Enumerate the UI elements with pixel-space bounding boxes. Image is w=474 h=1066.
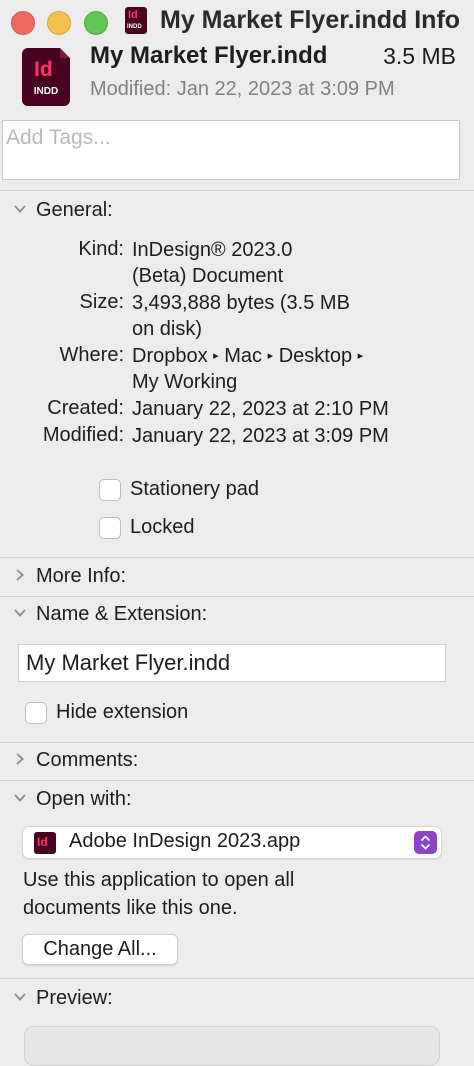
kind-label: Kind:: [78, 238, 124, 260]
section-label-comments: Comments:: [36, 749, 139, 771]
hide-extension-label: Hide extension: [56, 701, 189, 723]
path-arrow-icon: ▸: [213, 350, 219, 362]
indesign-document-icon: Id INDD: [22, 48, 70, 106]
chevron-right-icon: [16, 753, 24, 765]
path-arrow-icon: ▸: [267, 350, 274, 362]
preview-area: [24, 1026, 440, 1066]
section-label-more-info: More Info:: [36, 565, 127, 587]
section-label-preview: Preview:: [36, 987, 113, 1009]
tags-placeholder: Add Tags...: [6, 126, 111, 149]
section-more-info[interactable]: More Info:: [0, 559, 474, 597]
indesign-app-icon: Id: [34, 832, 56, 854]
file-modified: Modified: Jan 22, 2023 at 3:09 PM: [90, 78, 395, 100]
locked-checkbox[interactable]: [99, 517, 121, 539]
section-name-extension[interactable]: Name & Extension:: [0, 597, 474, 635]
minimize-window-button[interactable]: [47, 11, 71, 35]
size-value: 3,493,888 bytes (3.5 MB on disk): [132, 292, 350, 340]
window-title: My Market Flyer.indd Info: [160, 6, 461, 34]
name-extension-field[interactable]: My Market Flyer.indd: [18, 644, 446, 682]
zoom-window-button[interactable]: [84, 11, 108, 35]
where-label: Where:: [59, 344, 124, 366]
stationery-pad-checkbox[interactable]: [99, 479, 121, 501]
section-label-general: General:: [36, 199, 113, 221]
section-comments[interactable]: Comments:: [0, 743, 474, 781]
file-size: 3.5 MB: [383, 43, 456, 69]
indesign-file-icon: Id INDD: [125, 7, 147, 34]
section-open-with[interactable]: Open with:: [0, 782, 474, 820]
section-label-name-extension: Name & Extension:: [36, 603, 208, 625]
chevron-down-icon: [14, 205, 26, 213]
change-all-button[interactable]: Change All...: [22, 934, 178, 965]
name-extension-value: My Market Flyer.indd: [26, 650, 231, 675]
chevron-right-icon: [16, 569, 24, 581]
created-label: Created:: [47, 397, 124, 419]
chevron-down-icon: [14, 993, 26, 1001]
where-value: Dropbox ▸ Mac ▸ Desktop ▸ My Working: [132, 345, 364, 393]
modified-label: Modified:: [42, 424, 124, 446]
path-arrow-icon: ▸: [357, 350, 364, 362]
created-value: January 22, 2023 at 2:10 PM: [132, 398, 389, 420]
section-preview[interactable]: Preview:: [0, 981, 474, 1019]
modified-value: January 22, 2023 at 3:09 PM: [132, 425, 389, 447]
chevron-down-icon: [14, 609, 26, 617]
stationery-pad-label: Stationery pad: [130, 478, 259, 500]
open-with-popup[interactable]: Id Adobe InDesign 2023.app: [22, 826, 442, 859]
tags-field[interactable]: Add Tags...: [2, 120, 460, 180]
title-bar: Id INDD My Market Flyer.indd Info: [0, 0, 474, 44]
popup-stepper-icon[interactable]: [414, 831, 437, 854]
hide-extension-checkbox[interactable]: [25, 702, 47, 724]
close-window-button[interactable]: [11, 11, 35, 35]
file-name: My Market Flyer.indd: [90, 42, 328, 69]
file-header: Id INDD My Market Flyer.indd 3.5 MB Modi…: [0, 42, 474, 114]
size-label: Size:: [79, 291, 124, 313]
open-with-app: Adobe InDesign 2023.app: [69, 830, 301, 852]
section-label-open-with: Open with:: [36, 788, 132, 810]
section-general[interactable]: General:: [0, 193, 474, 231]
open-with-note: Use this application to open all documen…: [23, 869, 295, 919]
kind-value: InDesign® 2023.0 (Beta) Document: [132, 239, 293, 287]
locked-label: Locked: [130, 516, 195, 538]
chevron-down-icon: [14, 794, 26, 802]
